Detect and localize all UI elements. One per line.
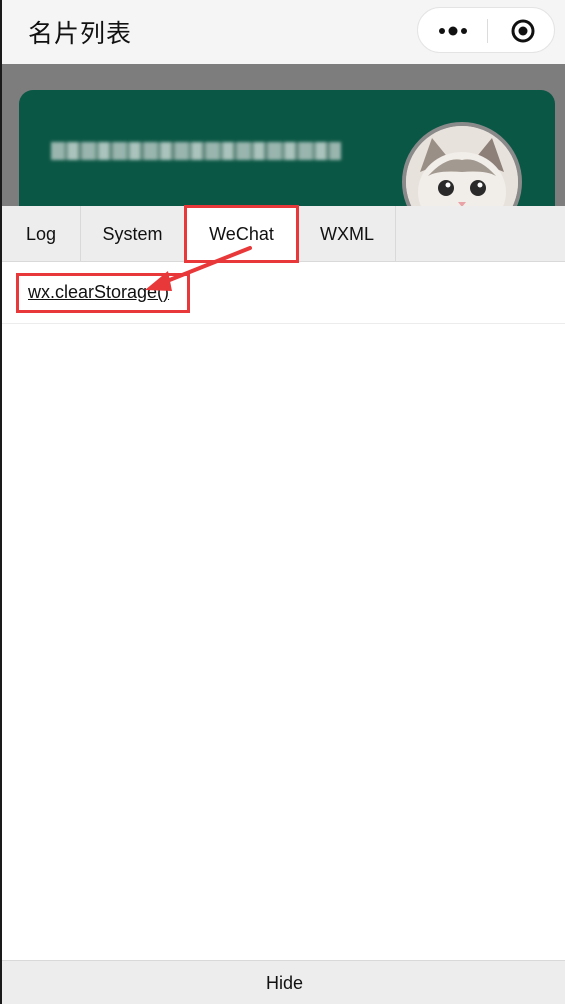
menu-capsule bbox=[417, 7, 555, 53]
annotation-box-wechat-tab bbox=[184, 205, 299, 263]
annotation-box-clear-storage bbox=[16, 273, 190, 313]
page-title: 名片列表 bbox=[28, 20, 133, 48]
hide-button[interactable]: Hide bbox=[2, 960, 565, 1004]
capsule-divider bbox=[487, 19, 488, 43]
target-close-icon[interactable] bbox=[510, 18, 536, 44]
blurred-company-name bbox=[51, 142, 341, 160]
nav-bar: 名片列表 bbox=[2, 0, 565, 64]
tab-wxml[interactable]: WXML bbox=[299, 206, 396, 262]
background-page bbox=[2, 64, 565, 206]
vconsole-panel: Log System WeChat WXML wx.clearStorage()… bbox=[2, 206, 565, 1004]
more-dots-icon[interactable] bbox=[436, 21, 470, 41]
cat-avatar bbox=[402, 122, 522, 206]
tab-log[interactable]: Log bbox=[2, 206, 81, 262]
tab-system[interactable]: System bbox=[81, 206, 185, 262]
cat-avatar-icon bbox=[406, 126, 518, 206]
screen: 名片列表 Log System WeChat WXML wx.clearStor… bbox=[0, 0, 565, 1004]
business-card[interactable] bbox=[19, 90, 555, 206]
